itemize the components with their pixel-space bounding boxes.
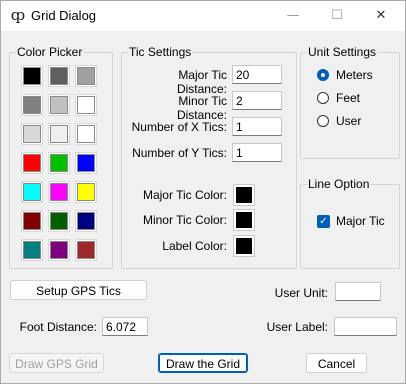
user-unit-input[interactable] bbox=[335, 282, 381, 301]
grid-dialog-window: ȹ Grid Dialog — ☐ ✕ Color Picker Tic Set… bbox=[0, 0, 406, 384]
minimize-icon[interactable]: — bbox=[271, 1, 315, 31]
color-swatch[interactable] bbox=[50, 183, 68, 201]
window-title: Grid Dialog bbox=[31, 8, 97, 23]
foot-distance-input[interactable]: 6.072 bbox=[102, 317, 148, 336]
user-label-input[interactable] bbox=[334, 317, 397, 336]
meters-label: Meters bbox=[336, 68, 373, 82]
color-swatch[interactable] bbox=[77, 183, 95, 201]
color-swatch[interactable] bbox=[77, 154, 95, 172]
color-picker-legend: Color Picker bbox=[17, 45, 83, 59]
color-swatch[interactable] bbox=[50, 125, 68, 143]
user-label-label: User Label: bbox=[266, 320, 328, 334]
major-tic-distance-input[interactable]: 20 bbox=[232, 65, 282, 84]
user-label: User bbox=[336, 114, 362, 128]
y-tics-input[interactable]: 1 bbox=[232, 143, 282, 162]
tic-settings-legend: Tic Settings bbox=[129, 45, 192, 59]
foot-distance-label: Foot Distance: bbox=[19, 320, 97, 334]
color-swatch[interactable] bbox=[50, 212, 68, 230]
x-tics-label: Number of X Tics: bbox=[131, 120, 227, 134]
cancel-button[interactable]: Cancel bbox=[306, 353, 367, 373]
color-swatch[interactable] bbox=[50, 67, 68, 85]
color-swatch[interactable] bbox=[50, 154, 68, 172]
color-swatch[interactable] bbox=[23, 154, 41, 172]
minor-tic-distance-label: Minor Tic Distance: bbox=[176, 94, 227, 122]
minor-tic-color-box[interactable] bbox=[233, 209, 255, 231]
close-icon[interactable]: ✕ bbox=[359, 1, 403, 31]
line-option-legend: Line Option bbox=[308, 177, 370, 191]
major-tic-checkbox[interactable]: ✓ bbox=[317, 215, 330, 228]
label-color-box[interactable] bbox=[233, 235, 255, 257]
draw-grid-button[interactable]: Draw the Grid bbox=[158, 353, 248, 373]
feet-label: Feet bbox=[336, 91, 361, 105]
color-swatch[interactable] bbox=[50, 241, 68, 259]
title-bar: ȹ Grid Dialog — ☐ ✕ bbox=[1, 1, 405, 31]
maximize-icon[interactable]: ☐ bbox=[315, 1, 359, 31]
color-swatch[interactable] bbox=[77, 241, 95, 259]
color-swatch[interactable] bbox=[23, 67, 41, 85]
color-swatch[interactable] bbox=[50, 96, 68, 114]
color-swatch[interactable] bbox=[23, 241, 41, 259]
major-tic-distance-label: Major Tic Distance: bbox=[176, 68, 227, 96]
color-swatch[interactable] bbox=[23, 125, 41, 143]
unit-settings-legend: Unit Settings bbox=[308, 45, 377, 59]
draw-gps-grid-button[interactable]: Draw GPS Grid bbox=[9, 353, 104, 373]
setup-gps-tics-button[interactable]: Setup GPS Tics bbox=[10, 280, 147, 300]
color-swatch[interactable] bbox=[23, 183, 41, 201]
major-tic-checkbox-label: Major Tic bbox=[336, 214, 385, 228]
y-tics-label: Number of Y Tics: bbox=[132, 146, 227, 160]
minor-tic-distance-input[interactable]: 2 bbox=[232, 91, 282, 110]
x-tics-input[interactable]: 1 bbox=[232, 117, 282, 136]
feet-radio[interactable] bbox=[317, 92, 329, 104]
color-swatch[interactable] bbox=[77, 96, 95, 114]
user-unit-label: User Unit: bbox=[274, 286, 328, 300]
minor-tic-color-label: Minor Tic Color: bbox=[142, 213, 227, 227]
color-swatch[interactable] bbox=[23, 212, 41, 230]
major-tic-color-box[interactable] bbox=[233, 184, 255, 206]
color-swatch[interactable] bbox=[77, 125, 95, 143]
label-color-label: Label Color: bbox=[162, 239, 227, 253]
meters-radio[interactable] bbox=[317, 69, 329, 81]
major-tic-color-label: Major Tic Color: bbox=[142, 188, 227, 202]
user-radio[interactable] bbox=[317, 115, 329, 127]
color-swatch[interactable] bbox=[77, 212, 95, 230]
color-swatch[interactable] bbox=[77, 67, 95, 85]
app-logo-icon: ȹ bbox=[10, 6, 26, 24]
color-swatch[interactable] bbox=[23, 96, 41, 114]
